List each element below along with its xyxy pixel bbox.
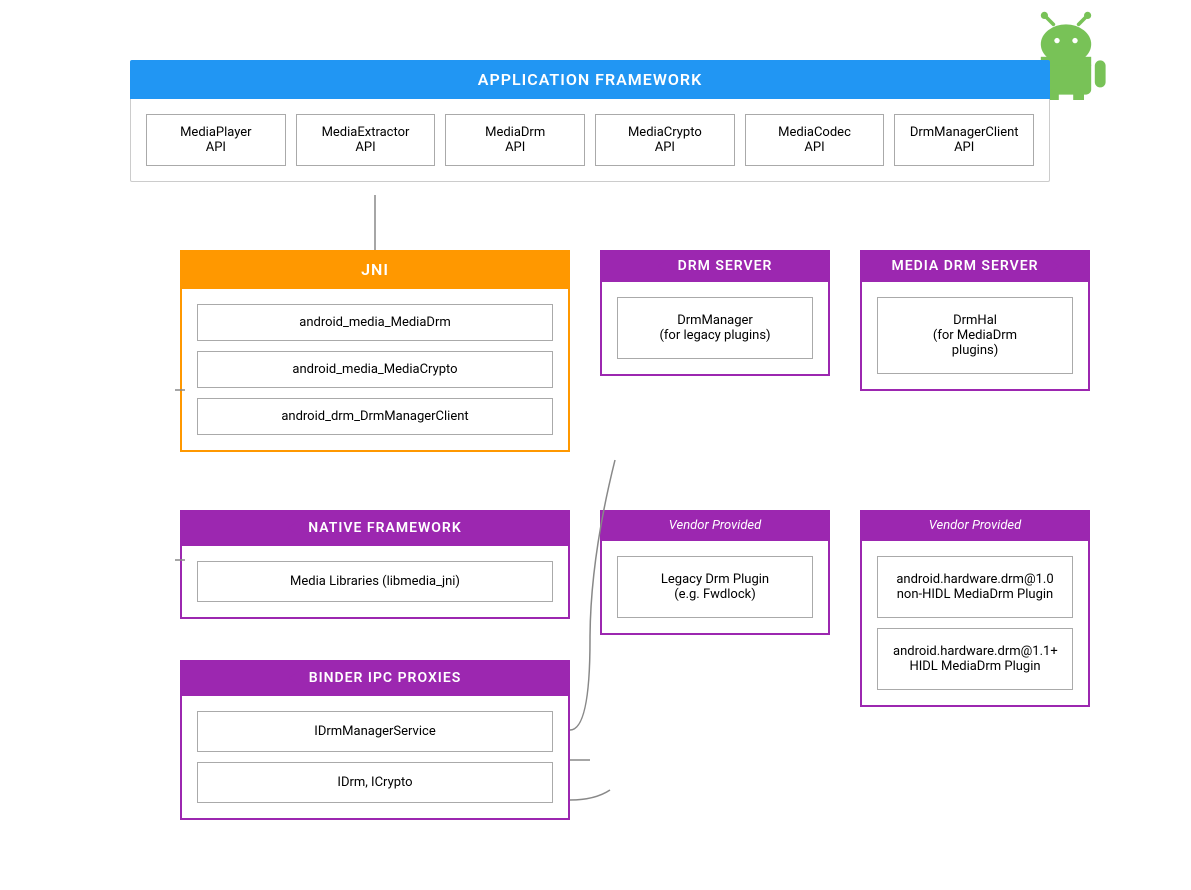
jni-item-mediadrm: android_media_MediaDrm: [197, 304, 553, 341]
binder-header: BINDER IPC PROXIES: [180, 660, 570, 696]
media-drm-server: MEDIA DRM SERVER DrmHal(for MediaDrmplug…: [860, 250, 1090, 391]
jni-section: JNI android_media_MediaDrm android_media…: [180, 250, 570, 452]
media-drm-server-body: DrmHal(for MediaDrmplugins): [860, 282, 1090, 391]
media-libraries-item: Media Libraries (libmedia_jni): [197, 561, 553, 602]
drmhal-item: DrmHal(for MediaDrmplugins): [877, 297, 1073, 374]
binder-ipc: BINDER IPC PROXIES IDrmManagerService ID…: [180, 660, 570, 820]
media-drm-api: MediaDrmAPI: [445, 114, 585, 166]
app-framework: APPLICATION FRAMEWORK MediaPlayerAPI Med…: [130, 60, 1050, 182]
native-framework-arrow: [288, 521, 298, 535]
idrm-manager-service-item: IDrmManagerService: [197, 711, 553, 752]
media-drm-server-header: MEDIA DRM SERVER: [860, 250, 1090, 282]
jni-header: JNI: [180, 250, 570, 289]
native-framework-header: NATIVE FRAMEWORK: [180, 510, 570, 546]
binder-body: IDrmManagerService IDrm, ICrypto: [180, 696, 570, 820]
vendor-media-drm: Vendor Provided android.hardware.drm@1.0…: [860, 510, 1090, 707]
media-crypto-api: MediaCryptoAPI: [595, 114, 735, 166]
media-player-api: MediaPlayerAPI: [146, 114, 286, 166]
legacy-drm-plugin-item: Legacy Drm Plugin(e.g. Fwdlock): [617, 556, 813, 618]
drm-server-header: DRM SERVER: [600, 250, 830, 282]
app-framework-body: MediaPlayerAPI MediaExtractorAPI MediaDr…: [130, 99, 1050, 182]
native-framework: NATIVE FRAMEWORK Media Libraries (libmed…: [180, 510, 570, 619]
vendor-hidl-item-1: android.hardware.drm@1.0non-HIDL MediaDr…: [877, 556, 1073, 618]
diagram-container: APPLICATION FRAMEWORK MediaPlayerAPI Med…: [0, 0, 1191, 890]
vendor-drm-body: Legacy Drm Plugin(e.g. Fwdlock): [600, 541, 830, 635]
media-codec-api: MediaCodecAPI: [745, 114, 885, 166]
jni-item-drmmanager: android_drm_DrmManagerClient: [197, 398, 553, 435]
vendor-media-drm-header: Vendor Provided: [860, 510, 1090, 541]
drm-server-body: DrmManager(for legacy plugins): [600, 282, 830, 376]
idrm-icrypto-item: IDrm, ICrypto: [197, 762, 553, 803]
media-drm-server-arrow: [1049, 259, 1059, 273]
media-extractor-api: MediaExtractorAPI: [296, 114, 436, 166]
drm-server: DRM SERVER DrmManager(for legacy plugins…: [600, 250, 830, 376]
drm-server-arrow: [658, 259, 668, 273]
drm-manager-client-api: DrmManagerClientAPI: [894, 114, 1034, 166]
jni-item-mediacrypto: android_media_MediaCrypto: [197, 351, 553, 388]
vendor-drm-header: Vendor Provided: [600, 510, 830, 541]
jni-body: android_media_MediaDrm android_media_Med…: [180, 289, 570, 452]
vendor-media-drm-body: android.hardware.drm@1.0non-HIDL MediaDr…: [860, 541, 1090, 707]
vendor-hidl-item-2: android.hardware.drm@1.1+HIDL MediaDrm P…: [877, 628, 1073, 690]
drm-manager-item: DrmManager(for legacy plugins): [617, 297, 813, 359]
native-framework-body: Media Libraries (libmedia_jni): [180, 546, 570, 619]
binder-arrow: [289, 671, 299, 685]
app-framework-header: APPLICATION FRAMEWORK: [130, 60, 1050, 99]
vendor-drm: Vendor Provided Legacy Drm Plugin(e.g. F…: [600, 510, 830, 635]
